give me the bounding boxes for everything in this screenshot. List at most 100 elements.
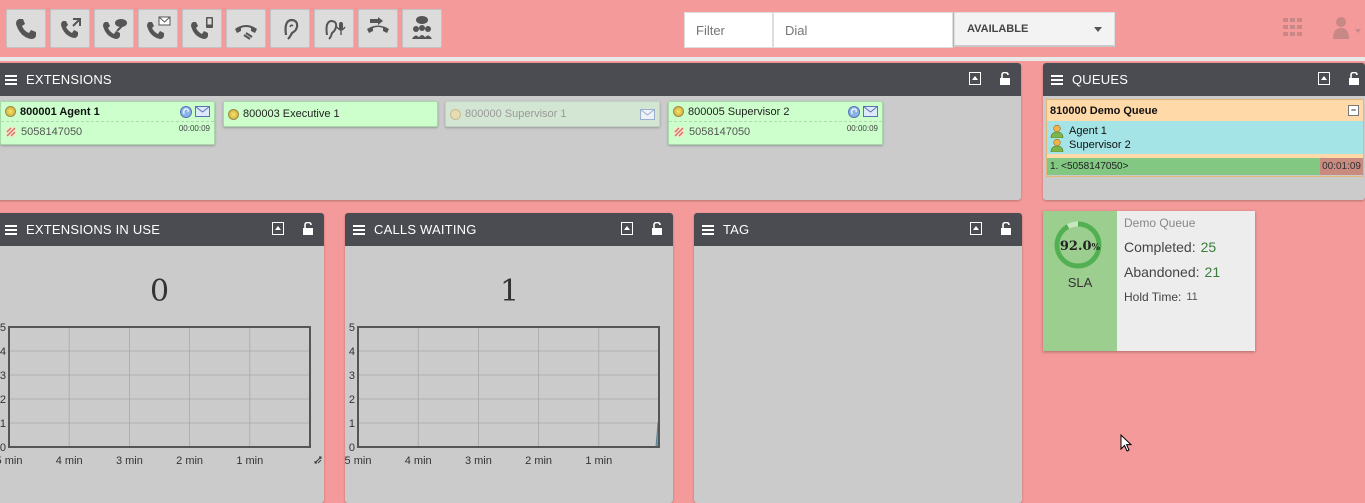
unlock-icon[interactable]	[302, 222, 314, 235]
call-button[interactable]	[6, 9, 46, 48]
menu-icon[interactable]	[5, 224, 17, 235]
extension-label: 800005 Supervisor 2	[688, 105, 790, 118]
transfer-call-button[interactable]	[50, 9, 90, 48]
menu-icon[interactable]	[702, 224, 714, 235]
panel-title: EXTENSIONS	[26, 72, 112, 87]
voicemail-transfer-button[interactable]	[138, 9, 178, 48]
caller-id: 1. <5058147050>	[1050, 161, 1129, 172]
extensions-in-use-count: 0	[150, 274, 170, 309]
collapse-button[interactable]: −	[1348, 105, 1359, 116]
unlock-icon[interactable]	[1000, 222, 1012, 235]
conference-icon	[412, 15, 432, 39]
maximize-icon[interactable]	[970, 222, 982, 235]
attended-transfer-button[interactable]	[94, 9, 134, 48]
queue-caller[interactable]: 1. <5058147050> 00:01:09	[1047, 158, 1363, 175]
sla-summary: 92.0% SLA	[1043, 211, 1117, 351]
menu-icon[interactable]	[1051, 74, 1063, 85]
email-icon[interactable]	[863, 106, 878, 117]
x-tick-label: 1 min	[585, 455, 612, 467]
call-icon	[16, 18, 36, 39]
calls-waiting-header: CALLS WAITING	[345, 213, 673, 246]
maximize-icon[interactable]	[1318, 72, 1330, 85]
unlock-icon[interactable]	[999, 72, 1011, 85]
status-dot-icon	[5, 106, 16, 117]
mobile-transfer-button[interactable]	[182, 9, 222, 48]
email-icon[interactable]	[640, 108, 655, 120]
listen-button[interactable]	[270, 9, 310, 48]
agent-name: Agent 1	[1069, 125, 1107, 137]
y-tick-label: 5	[0, 322, 6, 334]
x-tick-label: 4 min	[56, 455, 83, 467]
menu-icon[interactable]	[353, 224, 365, 235]
menu-icon[interactable]	[5, 74, 17, 85]
whisper-icon	[325, 19, 346, 40]
status-dot-icon	[228, 108, 239, 120]
mouse-cursor-icon	[1120, 434, 1133, 452]
tag-panel-header: TAG	[694, 213, 1022, 246]
maximize-icon[interactable]	[272, 222, 284, 235]
whisper-button[interactable]	[314, 9, 354, 48]
extension-card-800005[interactable]: 800005 Supervisor 2 5058147050 00:00:09	[668, 101, 883, 145]
apps-grid-icon[interactable]	[1283, 18, 1303, 36]
resize-icon[interactable]	[314, 456, 322, 464]
x-tick-label: 3 min	[465, 455, 492, 467]
unlock-icon[interactable]	[1348, 72, 1360, 85]
sla-card[interactable]: 92.0% SLA Demo Queue Completed: 25 Abando…	[1043, 211, 1255, 351]
x-tick-label: 2 min	[525, 455, 552, 467]
y-tick-label: 1	[349, 418, 355, 430]
maximize-icon[interactable]	[621, 222, 633, 235]
plot-area	[358, 327, 659, 447]
extensions-in-use-header: EXTENSIONS IN USE	[0, 213, 324, 246]
status-dot-icon	[450, 108, 461, 120]
toolbar-divider	[0, 57, 1365, 61]
barge-icon	[367, 16, 389, 33]
y-tick-label: 2	[349, 394, 355, 406]
listen-icon	[284, 18, 299, 40]
conference-button[interactable]	[402, 9, 442, 48]
y-tick-label: 0	[349, 442, 355, 454]
x-tick-label: 1 min	[236, 455, 263, 467]
extension-card-800001[interactable]: 800001 Agent 1 5058147050 00:00:09	[0, 101, 215, 145]
extension-label: 800001 Agent 1	[20, 105, 100, 118]
dial-input[interactable]	[773, 12, 953, 48]
panel-title: TAG	[723, 222, 750, 237]
transfer-call-icon	[61, 17, 81, 38]
email-icon[interactable]	[195, 106, 210, 117]
extension-number: 5058147050	[21, 126, 83, 138]
filter-input[interactable]	[684, 12, 773, 48]
sla-stats: Demo Queue Completed: 25 Abandoned: 21 Hol…	[1124, 216, 1220, 309]
y-tick-label: 1	[0, 418, 6, 430]
x-tick-label: 2 min	[176, 455, 203, 467]
queue-card[interactable]: 810000 Demo Queue − Agent 1 Supervisor 2…	[1046, 99, 1364, 177]
abandoned-stat: Abandoned: 21	[1124, 263, 1221, 280]
queues-panel-header: QUEUES	[1043, 63, 1365, 96]
agent-icon	[1050, 138, 1064, 152]
toolbar: AVAILABLE	[0, 0, 1365, 57]
user-menu-icon[interactable]	[1332, 15, 1362, 39]
queue-agent: Supervisor 2	[1050, 138, 1360, 152]
extension-card-800000[interactable]: 800000 Supervisor 1	[445, 101, 660, 127]
barge-button[interactable]	[358, 9, 398, 48]
maximize-icon[interactable]	[969, 72, 981, 85]
y-tick-label: 5	[349, 322, 355, 334]
active-call-icon	[673, 126, 685, 138]
extensions-panel-header: EXTENSIONS	[0, 63, 1021, 96]
panel-title: QUEUES	[1072, 72, 1129, 87]
y-tick-label: 3	[349, 370, 355, 382]
unlock-icon[interactable]	[651, 222, 663, 235]
wait-time: 00:01:09	[1320, 158, 1363, 175]
x-tick-label: 5 min	[345, 455, 372, 467]
extension-card-800003[interactable]: 800003 Executive 1	[223, 101, 438, 127]
status-dot-icon	[673, 106, 684, 117]
listen-icon[interactable]	[180, 105, 192, 118]
chevron-down-icon	[1094, 26, 1102, 32]
y-tick-label: 3	[0, 370, 6, 382]
queue-name: 810000 Demo Queue	[1050, 104, 1158, 117]
x-tick-label: 3 min	[116, 455, 143, 467]
hangup-button[interactable]	[226, 9, 266, 48]
hangup-icon	[235, 24, 257, 40]
plot-area	[9, 327, 310, 447]
call-duration: 00:00:09	[178, 124, 210, 133]
listen-icon[interactable]	[848, 105, 860, 118]
status-select[interactable]: AVAILABLE	[954, 12, 1115, 47]
